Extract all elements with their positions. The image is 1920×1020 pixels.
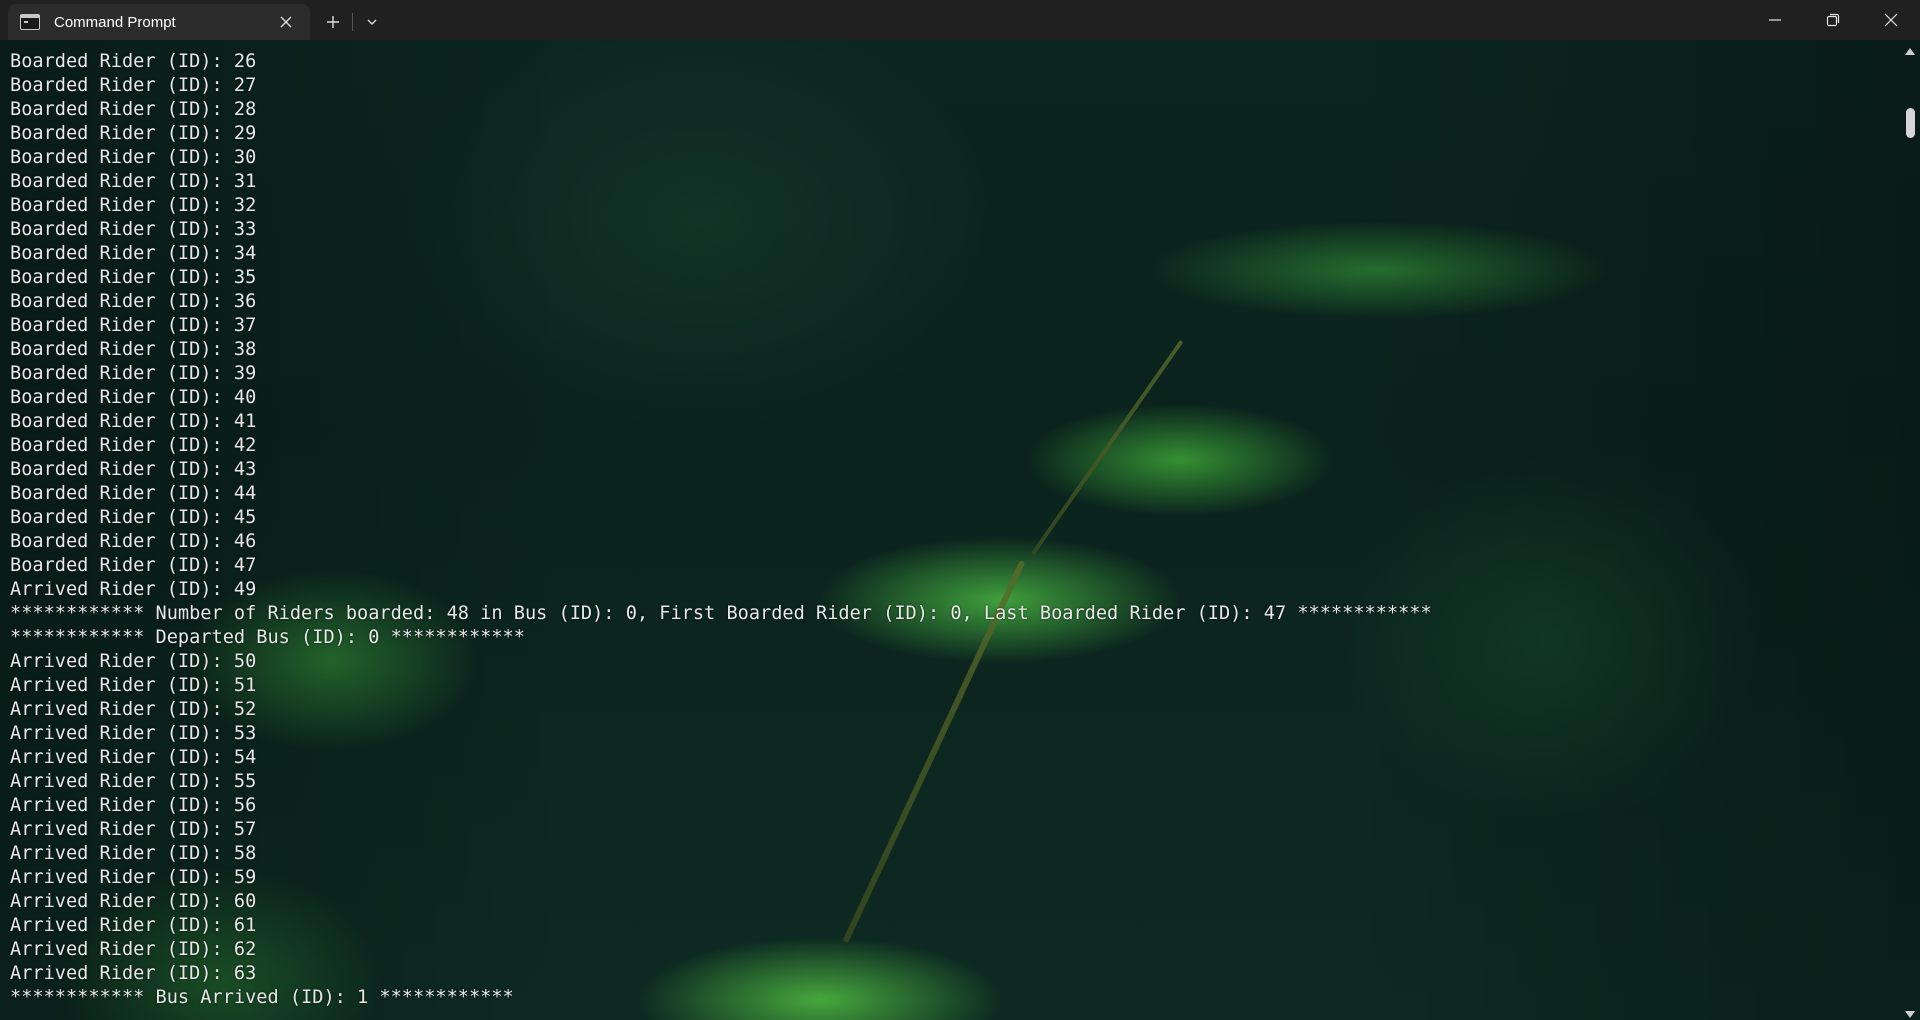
terminal-line: Boarded Rider (ID): 37 [10,315,257,336]
terminal-line: Arrived Rider (ID): 62 [10,939,257,960]
terminal-line: Boarded Rider (ID): 45 [10,507,257,528]
terminal-line: Arrived Rider (ID): 57 [10,819,257,840]
scroll-down-icon[interactable] [1905,1011,1915,1018]
terminal-line: ************ Bus Arrived (ID): 1 *******… [10,987,514,1008]
new-tab-button[interactable] [314,4,352,40]
minimize-button[interactable] [1746,0,1804,40]
close-icon [1884,13,1898,27]
terminal-line: Boarded Rider (ID): 47 [10,555,257,576]
terminal-line: Boarded Rider (ID): 44 [10,483,257,504]
terminal-line: Arrived Rider (ID): 61 [10,915,257,936]
terminal-line: Arrived Rider (ID): 54 [10,747,257,768]
terminal-line: Arrived Rider (ID): 60 [10,891,257,912]
terminal-line: Boarded Rider (ID): 27 [10,75,257,96]
profile-dropdown-button[interactable] [353,4,391,40]
terminal-line: Arrived Rider (ID): 55 [10,771,257,792]
terminal-line: Arrived Rider (ID): 56 [10,795,257,816]
scrollbar-thumb[interactable] [1906,108,1915,138]
terminal-line: Boarded Rider (ID): 32 [10,195,257,216]
terminal-line: Boarded Rider (ID): 31 [10,171,257,192]
terminal-line: Arrived Rider (ID): 49 [10,579,257,600]
terminal-line: Arrived Rider (ID): 59 [10,867,257,888]
terminal-line: Boarded Rider (ID): 43 [10,459,257,480]
terminal-line: Arrived Rider (ID): 58 [10,843,257,864]
vertical-scrollbar[interactable] [1900,40,1920,1020]
terminal-line: Boarded Rider (ID): 33 [10,219,257,240]
tab-title: Command Prompt [54,13,176,31]
terminal-line: Boarded Rider (ID): 34 [10,243,257,264]
terminal-line: Boarded Rider (ID): 38 [10,339,257,360]
terminal-line: ************ Departed Bus (ID): 0 ******… [10,627,525,648]
chevron-down-icon [367,19,377,25]
terminal-line: Boarded Rider (ID): 30 [10,147,257,168]
terminal-line: Arrived Rider (ID): 50 [10,651,257,672]
restore-icon [1826,13,1840,27]
close-window-button[interactable] [1862,0,1920,40]
terminal-output[interactable]: Boarded Rider (ID): 26 Boarded Rider (ID)… [10,50,1890,1020]
terminal-line: Arrived Rider (ID): 52 [10,699,257,720]
terminal-line: Boarded Rider (ID): 41 [10,411,257,432]
terminal-line: Arrived Rider (ID): 63 [10,963,257,984]
terminal-line: Boarded Rider (ID): 39 [10,363,257,384]
scroll-up-icon[interactable] [1905,48,1915,55]
tab-command-prompt[interactable]: Command Prompt [8,4,310,40]
close-tab-button[interactable] [272,8,300,36]
close-icon [280,16,292,28]
title-bar: Command Prompt [0,0,1920,40]
terminal-line: Arrived Rider (ID): 51 [10,675,257,696]
window-controls [1746,0,1920,40]
terminal-line: Boarded Rider (ID): 40 [10,387,257,408]
restore-button[interactable] [1804,0,1862,40]
terminal-window: Command Prompt Boarded Rider (ID): 26 Bo… [0,0,1920,1020]
terminal-line: Boarded Rider (ID): 28 [10,99,257,120]
terminal-line: Boarded Rider (ID): 42 [10,435,257,456]
terminal-line: Arrived Rider (ID): 53 [10,723,257,744]
terminal-line: Boarded Rider (ID): 35 [10,267,257,288]
terminal-line: Boarded Rider (ID): 46 [10,531,257,552]
minimize-icon [1769,19,1781,21]
terminal-icon [20,14,40,30]
terminal-line: Boarded Rider (ID): 26 [10,51,257,72]
plus-icon [327,16,339,28]
terminal-line: Boarded Rider (ID): 36 [10,291,257,312]
terminal-line: Boarded Rider (ID): 29 [10,123,257,144]
terminal-line: ************ Number of Riders boarded: 4… [10,603,1432,624]
